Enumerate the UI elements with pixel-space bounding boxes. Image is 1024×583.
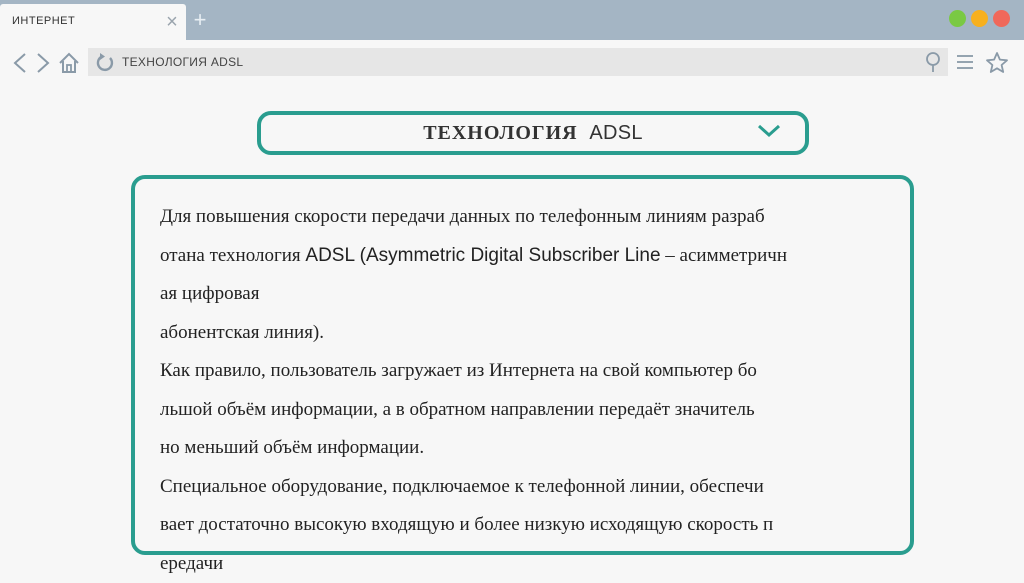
hamburger-menu-icon[interactable]	[956, 54, 974, 70]
address-text: ТЕХНОЛОГИЯ ADSL	[122, 55, 243, 69]
topic-dropdown[interactable]: ТЕХНОЛОГИЯ ADSL	[257, 111, 809, 155]
text-fragment: отана технология	[160, 245, 305, 266]
browser-tab[interactable]: ИНТЕРНЕТ ×	[0, 4, 186, 40]
content-text: Для повышения скорости передачи данных п…	[160, 198, 920, 583]
browser-titlebar: ИНТЕРНЕТ × +	[0, 0, 1024, 40]
address-bar[interactable]: ТЕХНОЛОГИЯ ADSL	[88, 48, 948, 76]
page-title-word2: ADSL	[589, 122, 642, 144]
tab-title: ИНТЕРНЕТ	[12, 15, 75, 27]
text-line: ая цифровая	[160, 275, 920, 314]
text-line: Для повышения скорости передачи данных п…	[160, 198, 920, 237]
text-line: абонентская линия).	[160, 314, 920, 353]
window-maximize-button[interactable]	[949, 10, 966, 27]
new-tab-icon[interactable]: +	[190, 10, 210, 30]
search-icon[interactable]	[922, 51, 944, 73]
text-line: льшой объём информации, а в обратном нап…	[160, 391, 920, 430]
chevron-right-icon[interactable]	[35, 52, 51, 74]
browser-toolbar: ТЕХНОЛОГИЯ ADSL	[0, 40, 1024, 90]
text-line: отана технология ADSL (Asymmetric Digita…	[160, 237, 920, 276]
reload-icon[interactable]	[94, 52, 116, 74]
home-icon[interactable]	[58, 52, 80, 74]
close-icon[interactable]: ×	[162, 12, 182, 32]
text-fragment: – асимметричн	[661, 245, 787, 266]
window-minimize-button[interactable]	[971, 10, 988, 27]
text-line: Специальное оборудование, подключаемое к…	[160, 468, 920, 507]
chevron-down-icon[interactable]	[757, 123, 781, 139]
chevron-left-icon[interactable]	[12, 52, 28, 74]
text-line: Как правило, пользователь загружает из И…	[160, 352, 920, 391]
star-icon[interactable]	[985, 51, 1009, 75]
text-line: вает достаточно высокую входящую и более…	[160, 506, 920, 545]
window-close-button[interactable]	[993, 10, 1010, 27]
text-fragment-adsl: ADSL (Asymmetric Digital Subscriber Line	[305, 245, 660, 266]
text-line: ередачи	[160, 545, 920, 583]
page-title: ТЕХНОЛОГИЯ ADSL	[261, 122, 805, 145]
page-title-word1: ТЕХНОЛОГИЯ	[423, 122, 577, 144]
text-line: но меньший объём информации.	[160, 429, 920, 468]
